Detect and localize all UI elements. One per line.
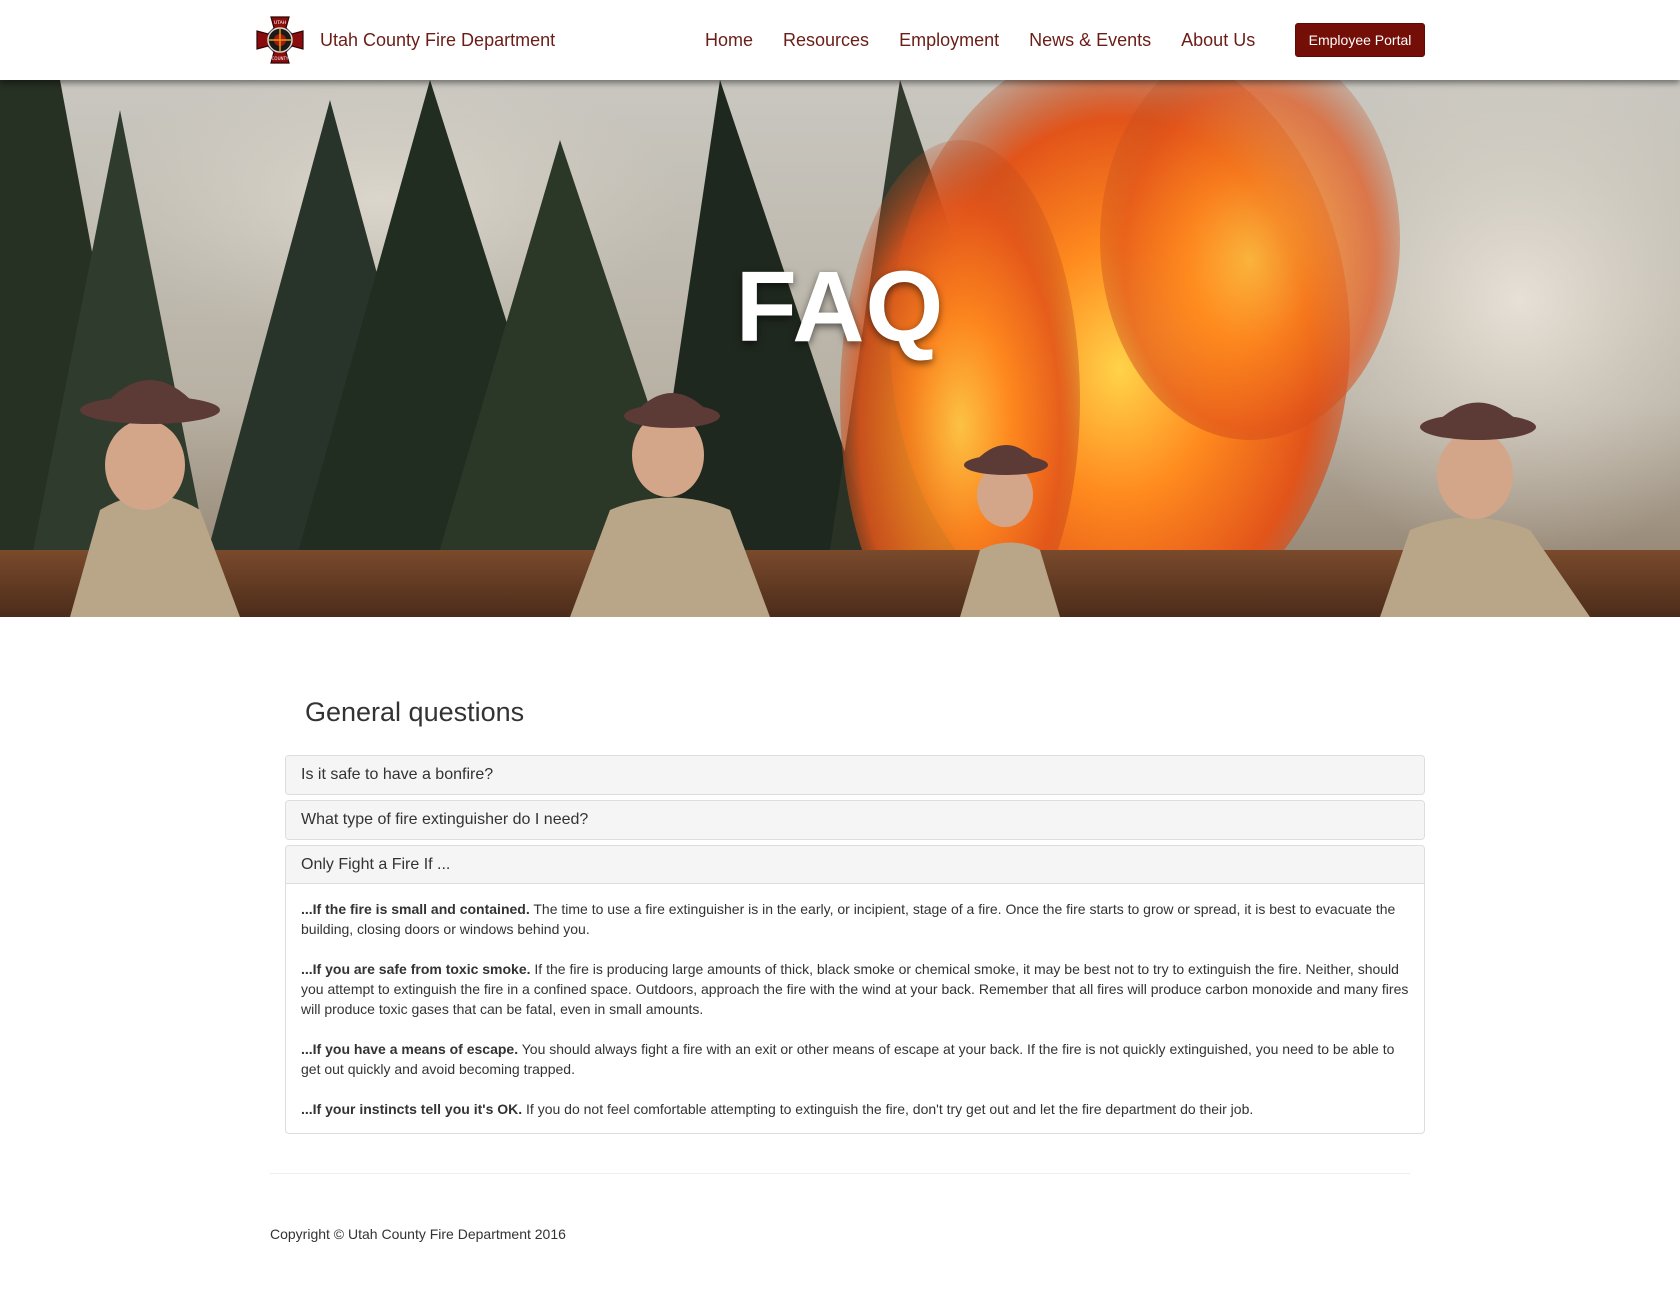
answer-paragraph: ...If you have a means of escape. You sh… [301,1039,1409,1079]
answer-paragraph: ...If you are safe from toxic smoke. If … [301,959,1409,1019]
answer-paragraph: ...If the fire is small and contained. T… [301,899,1409,939]
answer-lead: ...If your instincts tell you it's OK. [301,1101,523,1117]
faq-question-bonfire[interactable]: Is it safe to have a bonfire? [286,756,1424,794]
footer-divider [270,1173,1410,1174]
nav-employment[interactable]: Employment [899,30,999,50]
hero-banner: FAQ [0,80,1680,617]
brand-link[interactable]: UTAH COUNTY Utah County Fire Department [254,14,555,66]
answer-lead: ...If you have a means of escape. [301,1041,519,1057]
nav-news-events[interactable]: News & Events [1029,30,1151,50]
copyright-text: Copyright © Utah County Fire Department … [270,1226,566,1242]
nav-about-us[interactable]: About Us [1181,30,1255,50]
answer-text: If you do not feel comfortable attemptin… [526,1101,1254,1117]
faq-panel: Is it safe to have a bonfire? [285,755,1425,795]
faq-panel: What type of fire extinguisher do I need… [285,800,1425,840]
faq-panel-expanded: Only Fight a Fire If ... ...If the fire … [285,845,1425,1134]
answer-paragraph: ...If your instincts tell you it's OK. I… [301,1099,1409,1119]
faq-accordion: Is it safe to have a bonfire? What type … [285,755,1425,1139]
svg-text:UTAH: UTAH [274,20,286,26]
answer-lead: ...If you are safe from toxic smoke. [301,961,531,977]
fire-department-logo-icon: UTAH COUNTY [255,15,305,65]
employee-portal-button[interactable]: Employee Portal [1295,23,1425,57]
nav-resources[interactable]: Resources [783,30,869,50]
faq-question-extinguisher[interactable]: What type of fire extinguisher do I need… [286,801,1424,839]
section-title: General questions [305,697,525,727]
top-navbar: UTAH COUNTY Utah County Fire Department … [0,0,1680,80]
faq-answer-body: ...If the fire is small and contained. T… [286,884,1424,1133]
faq-question-fight-fire[interactable]: Only Fight a Fire If ... [286,846,1424,884]
brand-name: Utah County Fire Department [320,29,556,50]
hero-title: FAQ [735,251,945,363]
answer-lead: ...If the fire is small and contained. [301,901,530,917]
svg-text:COUNTY: COUNTY [272,56,289,61]
main-nav: Home Resources Employment News & Events … [690,0,1270,80]
nav-home[interactable]: Home [705,30,753,50]
